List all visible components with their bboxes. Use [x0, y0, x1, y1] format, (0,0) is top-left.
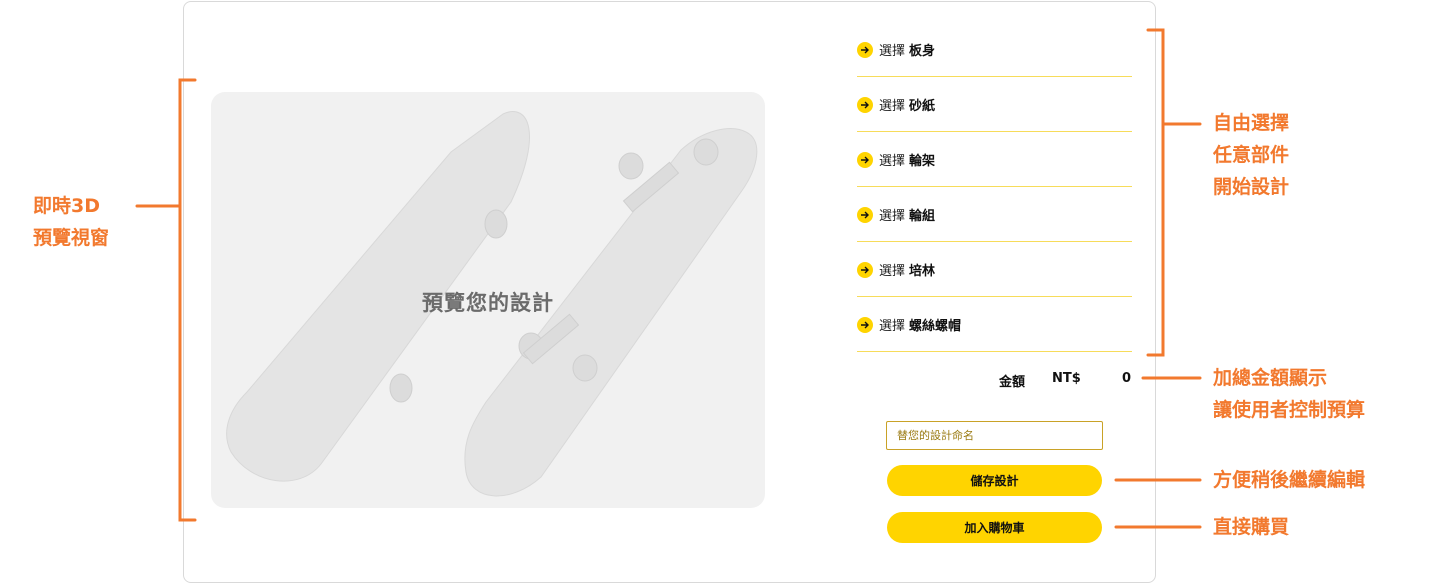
- save-callout: 方便稍後繼續編輯: [1213, 464, 1365, 496]
- callout-line: 直接購買: [1213, 516, 1290, 538]
- callout-line: 加總金額顯示: [1213, 367, 1328, 389]
- cart-callout: 直接購買: [1213, 511, 1289, 543]
- annotation-lines: [135, 28, 1202, 529]
- preview-bracket: [178, 78, 197, 522]
- callout-line: 讓使用者控制預算: [1213, 399, 1366, 421]
- preview-callout: 即時3D 預覽視窗: [33, 190, 109, 254]
- callout-line: 即時3D: [33, 195, 100, 217]
- callout-line: 任意部件: [1213, 144, 1290, 166]
- parts-bracket: [1146, 28, 1165, 357]
- callout-line: 預覽視窗: [33, 227, 110, 249]
- callout-line: 方便稍後繼續編輯: [1213, 469, 1366, 491]
- callout-line: 自由選擇: [1213, 112, 1290, 134]
- total-callout: 加總金額顯示 讓使用者控制預算: [1213, 362, 1365, 426]
- parts-callout: 自由選擇 任意部件 開始設計: [1213, 107, 1289, 203]
- callout-line: 開始設計: [1213, 176, 1290, 198]
